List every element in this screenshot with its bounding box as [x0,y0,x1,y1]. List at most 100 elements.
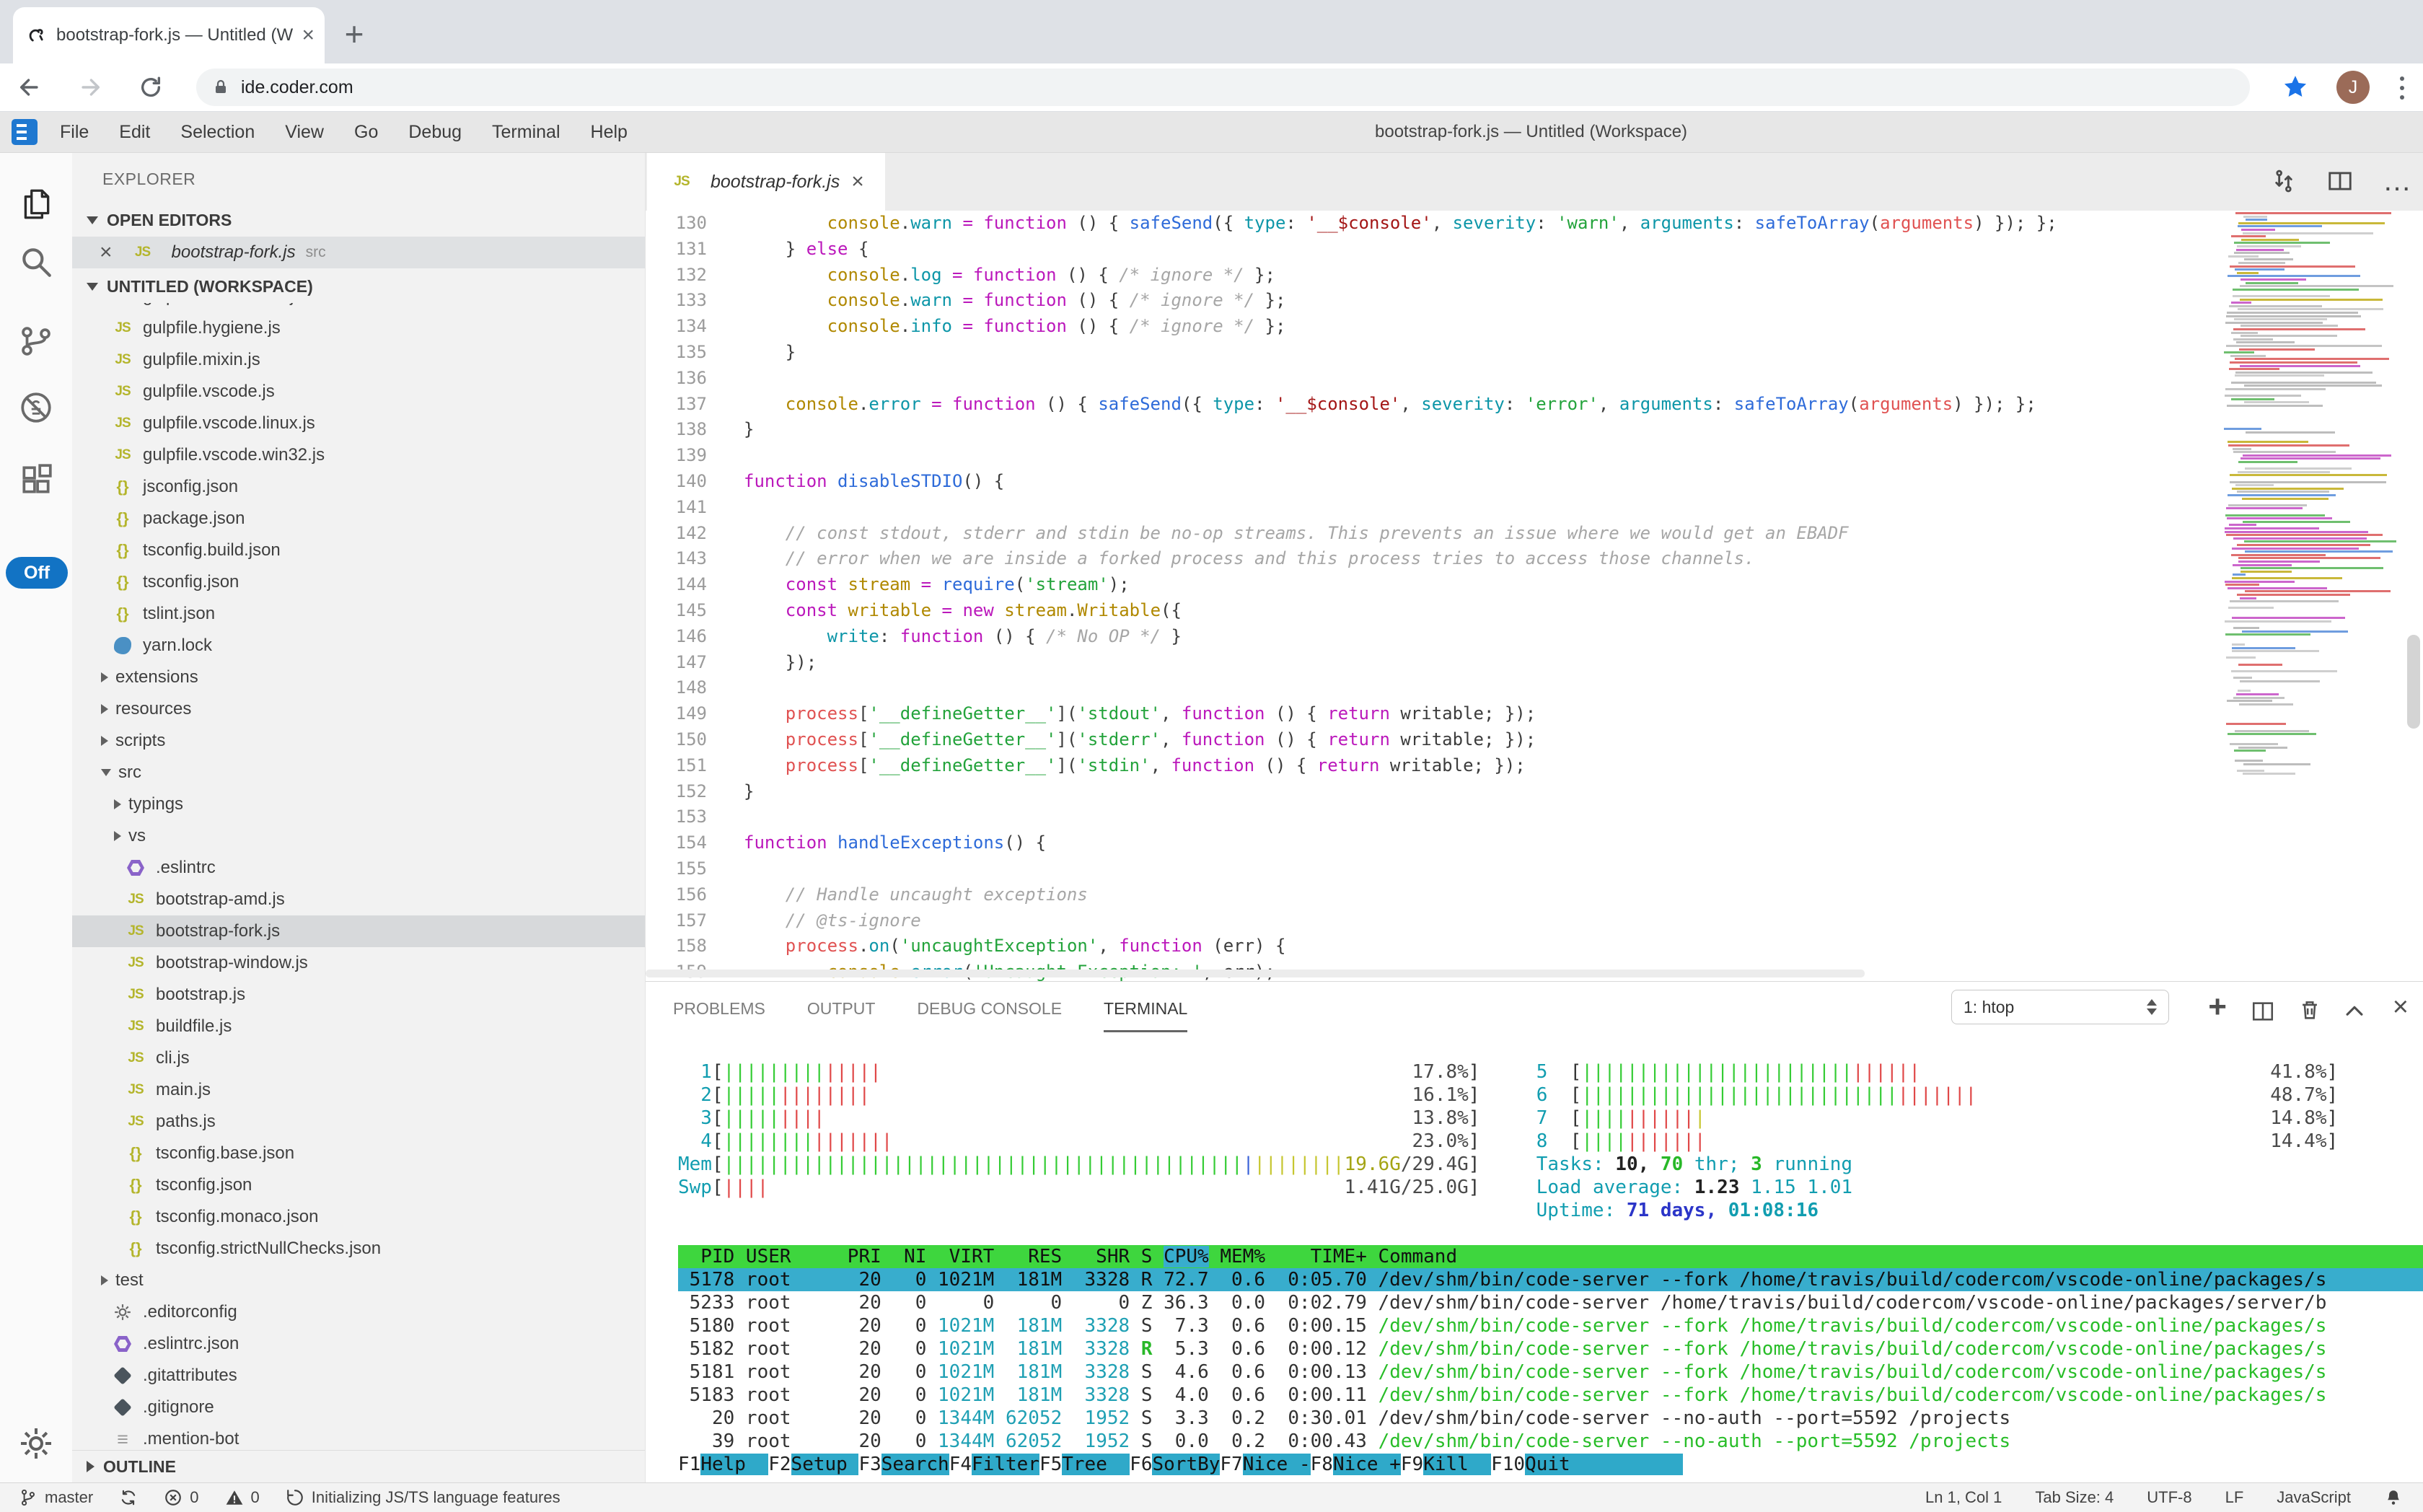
language-mode[interactable]: JavaScript [2277,1488,2351,1507]
tree-item-yarn.lock[interactable]: yarn.lock [72,630,645,662]
tree-item-tslint.json[interactable]: {}tslint.json [72,598,645,630]
cursor-position[interactable]: Ln 1, Col 1 [1925,1488,2002,1507]
terminal-select[interactable]: 1: htop [1951,990,2169,1024]
tree-item-cli.js[interactable]: JScli.js [72,1042,645,1074]
settings-gear-icon[interactable] [0,1426,72,1461]
close-icon[interactable]: × [100,240,113,265]
panel-tab-output[interactable]: OUTPUT [807,999,876,1032]
tree-item-.mention-bot[interactable]: ≡.mention-bot [72,1423,645,1450]
menu-view[interactable]: View [270,122,339,142]
tree-item-bootstrap-amd.js[interactable]: JSbootstrap-amd.js [72,884,645,915]
source-control-icon[interactable] [0,323,72,359]
error-count[interactable]: 0 [164,1488,198,1507]
menu-terminal[interactable]: Terminal [477,122,575,142]
avatar[interactable]: J [2336,71,2370,104]
tree-item-bootstrap.js[interactable]: JSbootstrap.js [72,979,645,1011]
tree-item-bootstrap-window.js[interactable]: JSbootstrap-window.js [72,947,645,979]
tree-item-tsconfig.json[interactable]: {}tsconfig.json [72,1169,645,1201]
menu-edit[interactable]: Edit [104,122,165,142]
back-icon[interactable] [17,75,42,100]
more-actions-icon[interactable]: … [2383,174,2411,188]
tree-item-scripts[interactable]: scripts [72,725,645,757]
tree-item-tsconfig.monaco.json[interactable]: {}tsconfig.monaco.json [72,1201,645,1233]
browser-menu-icon[interactable] [2400,76,2404,100]
editor-scrollbar[interactable] [2407,635,2420,729]
split-terminal-icon[interactable] [2251,999,2275,1024]
tree-item-gulpfile.hygiene.js[interactable]: JSgulpfile.hygiene.js [72,312,645,344]
menu-file[interactable]: File [45,122,104,142]
minimap[interactable] [2220,211,2404,781]
tree-item-typings[interactable]: typings [72,788,645,820]
extensions-icon[interactable] [0,462,72,498]
explorer-icon[interactable] [0,186,72,222]
chevron-right-icon [101,704,108,714]
tree-item-src[interactable]: src [72,757,645,788]
tree-item-.gitignore[interactable]: .gitignore [72,1392,645,1423]
workspace-header[interactable]: UNTITLED (WORKSPACE) [72,270,645,303]
tab-size[interactable]: Tab Size: 4 [2035,1488,2114,1507]
close-icon[interactable]: × [851,170,864,194]
tree-item-tsconfig.strictNullChecks.json[interactable]: {}tsconfig.strictNullChecks.json [72,1233,645,1265]
forward-icon[interactable] [78,75,102,100]
open-editors-header[interactable]: OPEN EDITORS [72,203,645,237]
panel-tab-terminal[interactable]: TERMINAL [1104,999,1187,1032]
tree-item-tsconfig.build.json[interactable]: {}tsconfig.build.json [72,535,645,566]
tree-item-tsconfig.json[interactable]: {}tsconfig.json [72,566,645,598]
tab-close-icon[interactable]: × [302,25,315,46]
close-panel-icon[interactable]: × [2393,995,2409,1019]
tree-item-buildfile.js[interactable]: JSbuildfile.js [72,1011,645,1042]
menu-selection[interactable]: Selection [165,122,270,142]
menu-help[interactable]: Help [576,122,643,142]
encoding[interactable]: UTF-8 [2147,1488,2191,1507]
terminal-line: 4[||||||||||||||| 23.0%] 8 [||||||||||| … [678,1130,2423,1153]
tree-item-test[interactable]: test [72,1265,645,1296]
open-changes-icon[interactable] [2270,167,2297,195]
kill-terminal-icon[interactable] [2297,998,2322,1022]
bell-icon[interactable] [2384,1488,2403,1507]
tree-item-gulpfile.vscode.win32.js[interactable]: JSgulpfile.vscode.win32.js [72,439,645,471]
outline-header[interactable]: OUTLINE [72,1450,645,1482]
terminal-htop[interactable]: 1[|||||||||||||| 17.8%] 5 [|||||||||||||… [646,1033,2423,1482]
tree-item-extensions[interactable]: extensions [72,662,645,693]
browser-tab[interactable]: bootstrap-fork.js — Untitled (W × [13,7,325,63]
search-icon[interactable] [0,244,72,280]
eol[interactable]: LF [2225,1488,2244,1507]
panel-tab-debug-console[interactable]: DEBUG CONSOLE [917,999,1062,1032]
editor-hscrollbar[interactable] [646,970,1865,977]
tree-item-.editorconfig[interactable]: .editorconfig [72,1296,645,1328]
tree-item-gulpfile.extensions.js[interactable]: JSgulpfile.extensions.js [72,303,645,312]
tree-item-tsconfig.base.json[interactable]: {}tsconfig.base.json [72,1138,645,1169]
tree-item-gulpfile.vscode.js[interactable]: JSgulpfile.vscode.js [72,376,645,408]
maximize-panel-icon[interactable] [2342,999,2367,1024]
url-bar[interactable]: ide.coder.com [196,69,2250,106]
sync-status[interactable] [119,1488,138,1507]
panel-tab-problems[interactable]: PROBLEMS [673,999,765,1032]
tree-item-resources[interactable]: resources [72,693,645,725]
git-branch-status[interactable]: master [19,1488,93,1507]
warning-count[interactable]: 0 [225,1488,260,1507]
reload-icon[interactable] [138,75,163,100]
tree-item-.eslintrc[interactable]: .eslintrc [72,852,645,884]
tree-item-main.js[interactable]: JSmain.js [72,1074,645,1106]
new-terminal-icon[interactable]: + [2208,995,2227,1019]
bookmark-star-icon[interactable] [2282,74,2309,101]
new-tab-button[interactable]: + [333,13,375,55]
tree-item-gulpfile.mixin.js[interactable]: JSgulpfile.mixin.js [72,344,645,376]
tree-item-package.json[interactable]: {}package.json [72,503,645,535]
debug-disabled-icon[interactable] [0,390,72,426]
split-editor-icon[interactable] [2326,167,2354,195]
menu-debug[interactable]: Debug [393,122,477,142]
code-editor[interactable]: 130 console.warn = function () { safeSen… [646,211,2220,981]
tree-item-.gitattributes[interactable]: .gitattributes [72,1360,645,1392]
tree-item-gulpfile.vscode.linux.js[interactable]: JSgulpfile.vscode.linux.js [72,408,645,439]
menu-go[interactable]: Go [339,122,393,142]
js-file-icon: JS [124,952,147,974]
tree-item-vs[interactable]: vs [72,820,645,852]
tree-item-.eslintrc.json[interactable]: .eslintrc.json [72,1328,645,1360]
off-badge[interactable]: Off [6,557,68,589]
tree-item-jsconfig.json[interactable]: {}jsconfig.json [72,471,645,503]
open-editor-item[interactable]: × JS bootstrap-fork.js src [72,237,645,268]
editor-tab[interactable]: JS bootstrap-fork.js × [647,153,885,211]
tree-item-bootstrap-fork.js[interactable]: JSbootstrap-fork.js [72,915,645,947]
tree-item-paths.js[interactable]: JSpaths.js [72,1106,645,1138]
